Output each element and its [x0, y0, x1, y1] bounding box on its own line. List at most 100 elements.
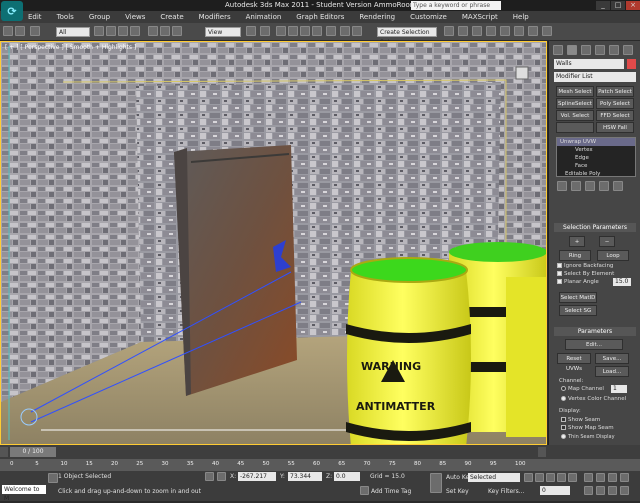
track-bar[interactable]: 0 5 10 15 20 25 30 35 40 45 50 55 60 65 70 75 80 85 90 95 10… — [0, 459, 640, 471]
select-by-element-checkbox[interactable]: Select By Element — [557, 271, 614, 277]
orbit-icon[interactable] — [608, 486, 617, 495]
angle-snap-icon[interactable] — [288, 26, 298, 36]
lock-selection-icon[interactable] — [205, 472, 214, 481]
pin-stack-icon[interactable] — [557, 181, 567, 191]
pivot-icon[interactable] — [246, 26, 256, 36]
load-button[interactable]: Load... — [595, 366, 629, 377]
scale-icon[interactable] — [172, 26, 182, 36]
stack-item-face[interactable]: Face — [557, 162, 635, 170]
selection-filter-dropdown[interactable]: All — [56, 27, 90, 37]
select-by-name-icon[interactable] — [106, 26, 116, 36]
stack-item-edge[interactable]: Edge — [557, 154, 635, 162]
select-sg-button[interactable]: Select SG — [559, 305, 597, 316]
map-channel-radio[interactable]: Map Channel — [561, 386, 604, 392]
zoom-extents-icon[interactable] — [608, 473, 617, 482]
thin-seam-radio[interactable]: Thin Seam Display — [561, 434, 615, 440]
menu-maxscript[interactable]: MAXScript — [462, 13, 498, 21]
select-object-icon[interactable] — [94, 26, 104, 36]
select-matid-button[interactable]: Select MatID — [559, 292, 597, 303]
mirror-icon[interactable] — [340, 26, 350, 36]
render-setup-icon[interactable] — [514, 26, 524, 36]
hsw-fall-button[interactable]: HSW Fall — [596, 122, 634, 133]
menu-help[interactable]: Help — [513, 13, 529, 21]
grow-selection-button[interactable]: + — [569, 236, 585, 247]
show-end-result-icon[interactable] — [571, 181, 581, 191]
motion-tab-icon[interactable] — [595, 45, 605, 55]
modify-tab-icon[interactable] — [567, 45, 577, 55]
display-tab-icon[interactable] — [609, 45, 619, 55]
viewport-label[interactable]: [ + ] [ Perspective ] [ Smooth + Highlig… — [5, 44, 136, 51]
y-coordinate-field[interactable]: 73.344 — [288, 472, 322, 481]
empty-modifier-button[interactable] — [556, 122, 594, 133]
pan-icon[interactable] — [596, 486, 605, 495]
ffd-select-button[interactable]: FFD Select — [596, 110, 634, 121]
zoom-all-icon[interactable] — [596, 473, 605, 482]
time-slider-handle[interactable]: 0 / 100 — [10, 447, 56, 457]
zoom-icon[interactable] — [584, 473, 593, 482]
rendered-frame-icon[interactable] — [528, 26, 538, 36]
modifier-list-dropdown[interactable]: Modifier List — [554, 72, 636, 82]
link-icon[interactable] — [30, 26, 40, 36]
graphite-icon[interactable] — [458, 26, 468, 36]
current-frame-field[interactable]: 0 — [540, 486, 570, 495]
ring-button[interactable]: Ring — [559, 250, 591, 261]
maximize-button[interactable]: □ — [611, 1, 625, 10]
menu-animation[interactable]: Animation — [246, 13, 282, 21]
coord-system-dropdown[interactable]: View — [205, 27, 241, 37]
perspective-viewport[interactable]: [ + ] [ Perspective ] [ Smooth + Highlig… — [0, 41, 547, 445]
hierarchy-tab-icon[interactable] — [581, 45, 591, 55]
undo-icon[interactable] — [3, 26, 13, 36]
zoom-extents-all-icon[interactable] — [620, 473, 629, 482]
redo-icon[interactable] — [15, 26, 25, 36]
next-frame-icon[interactable] — [538, 447, 546, 457]
snap-icon[interactable] — [276, 26, 286, 36]
utilities-tab-icon[interactable] — [623, 45, 633, 55]
go-to-start-icon[interactable] — [524, 473, 533, 482]
selection-parameters-header[interactable]: Selection Parameters — [554, 223, 636, 232]
ignore-backfacing-checkbox[interactable]: Ignore Backfacing — [557, 263, 613, 269]
transform-mode-icon[interactable] — [217, 472, 226, 481]
object-color-swatch[interactable] — [627, 59, 636, 69]
schematic-view-icon[interactable] — [486, 26, 496, 36]
mesh-select-button[interactable]: Mesh Select — [556, 86, 594, 97]
object-name-field[interactable]: Walls — [554, 59, 624, 69]
menu-tools[interactable]: Tools — [57, 13, 74, 21]
select-manipulate-icon[interactable] — [260, 26, 270, 36]
percent-snap-icon[interactable] — [300, 26, 310, 36]
stack-item-vertex[interactable]: Vertex — [557, 146, 635, 154]
close-button[interactable]: × — [626, 1, 640, 10]
stack-item-unwrap-uvw[interactable]: Unwrap UVW — [557, 138, 635, 146]
rotate-icon[interactable] — [160, 26, 170, 36]
maximize-viewport-icon[interactable] — [620, 486, 629, 495]
reset-uvws-button[interactable]: Reset UVWs — [557, 353, 591, 372]
parameters-header[interactable]: Parameters — [554, 327, 636, 336]
menu-customize[interactable]: Customize — [410, 13, 447, 21]
prev-key-icon[interactable] — [535, 473, 544, 482]
key-filters-button[interactable]: Key Filters... — [488, 488, 525, 495]
selection-set-dropdown[interactable]: Create Selection Set — [377, 27, 437, 46]
menu-graph-editors[interactable]: Graph Editors — [296, 13, 344, 21]
remove-modifier-icon[interactable] — [599, 181, 609, 191]
maxscript-listener[interactable]: Welcome to M — [2, 485, 46, 502]
app-logo-icon[interactable]: ⟳ — [1, 1, 23, 21]
menu-views[interactable]: Views — [125, 13, 145, 21]
key-selection-dropdown[interactable]: Selected — [468, 473, 520, 482]
configure-sets-icon[interactable] — [613, 181, 623, 191]
go-to-end-icon[interactable] — [568, 473, 577, 482]
curve-editor-icon[interactable] — [472, 26, 482, 36]
map-channel-input[interactable]: 1 — [611, 385, 627, 393]
menu-create[interactable]: Create — [160, 13, 183, 21]
x-coordinate-field[interactable]: -267.217 — [238, 472, 276, 481]
menu-edit[interactable]: Edit — [28, 13, 42, 21]
vol-select-button[interactable]: Vol. Select — [556, 110, 594, 121]
modifier-stack[interactable]: Unwrap UVW Vertex Edge Face Editable Pol… — [556, 137, 636, 177]
edit-named-sel-icon[interactable] — [326, 26, 336, 36]
show-seam-checkbox[interactable]: Show Seam — [561, 417, 600, 423]
status-icon[interactable] — [48, 473, 58, 483]
move-icon[interactable] — [148, 26, 158, 36]
menu-group[interactable]: Group — [89, 13, 110, 21]
minimize-button[interactable]: _ — [596, 1, 610, 10]
material-editor-icon[interactable] — [500, 26, 510, 36]
poly-select-button[interactable]: Poly Select — [596, 98, 634, 109]
spinner-snap-icon[interactable] — [312, 26, 322, 36]
